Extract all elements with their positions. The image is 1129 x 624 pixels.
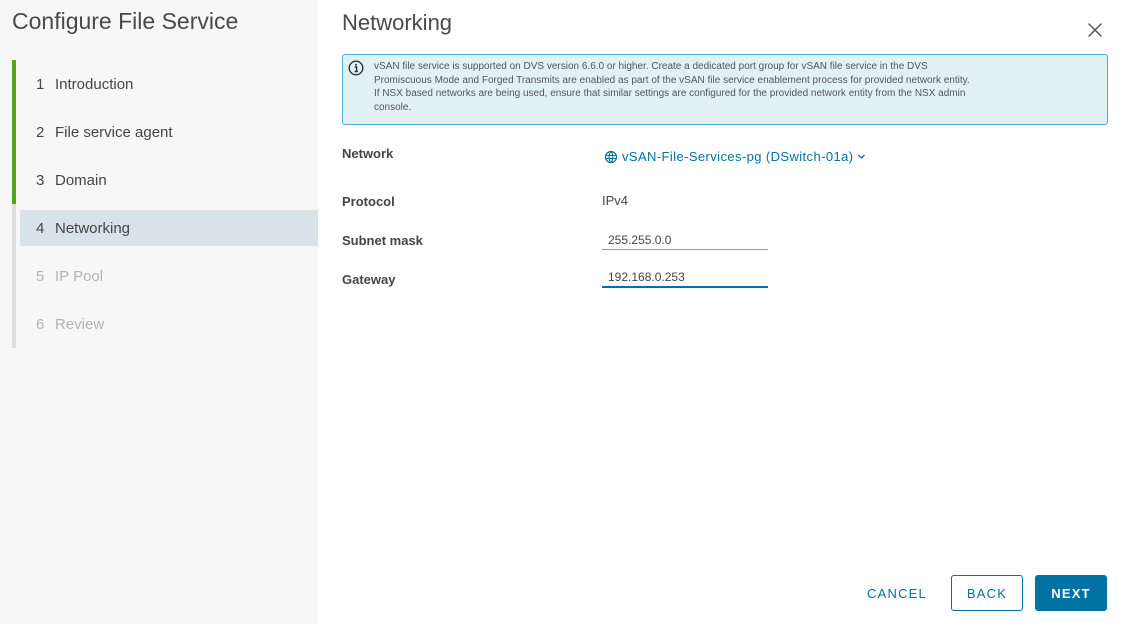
step-progress-bar (12, 252, 16, 300)
protocol-label: Protocol (342, 194, 395, 209)
step-number: 4 (36, 220, 45, 237)
protocol-value: IPv4 (602, 193, 629, 208)
step-introduction[interactable]: 1 Introduction (12, 60, 318, 108)
info-circle-icon (348, 60, 364, 76)
info-alert: vSAN file service is supported on DVS ve… (342, 54, 1108, 125)
step-label: File service agent (55, 124, 173, 141)
step-networking[interactable]: 4 Networking (12, 204, 318, 252)
step-label: Introduction (55, 76, 134, 93)
back-button[interactable]: BACK (951, 575, 1023, 611)
step-ip-pool: 5 IP Pool (12, 252, 318, 300)
alert-line: Promiscuous Mode and Forged Transmits ar… (374, 74, 970, 86)
step-label: Domain (55, 172, 107, 189)
step-number: 6 (36, 316, 45, 333)
step-number: 1 (36, 76, 45, 93)
network-icon (604, 150, 618, 163)
wizard-sidebar: Configure File Service 1 Introduction 2 … (0, 0, 318, 624)
close-button[interactable] (1083, 18, 1107, 42)
step-number: 2 (36, 124, 45, 141)
step-progress-bar (12, 156, 16, 204)
subnet-mask-label: Subnet mask (342, 233, 423, 248)
subnet-mask-input[interactable] (602, 230, 768, 250)
gateway-label: Gateway (342, 272, 396, 287)
wizard-steps: 1 Introduction 2 File service agent 3 Do… (12, 60, 318, 348)
step-progress-bar (12, 108, 16, 156)
cancel-button[interactable]: CANCEL (860, 575, 934, 611)
step-progress-bar (12, 204, 16, 252)
step-number: 5 (36, 268, 45, 285)
alert-line: vSAN file service is supported on DVS ve… (374, 61, 928, 72)
step-file-service-agent[interactable]: 2 File service agent (12, 108, 318, 156)
step-progress-bar (12, 300, 16, 348)
step-number: 3 (36, 172, 45, 189)
step-label: Networking (55, 220, 131, 237)
step-label: Review (55, 316, 105, 333)
network-value: vSAN-File-Services-pg (DSwitch-01a) (622, 149, 854, 164)
step-progress-bar (12, 60, 16, 108)
page-title: Networking (342, 10, 453, 35)
wizard-title: Configure File Service (12, 8, 239, 34)
step-label: IP Pool (55, 268, 104, 285)
gateway-input[interactable] (602, 268, 768, 288)
next-button[interactable]: NEXT (1035, 575, 1107, 611)
close-icon (1088, 23, 1102, 37)
step-review: 6 Review (12, 300, 318, 348)
alert-line: console. (374, 101, 412, 113)
step-domain[interactable]: 3 Domain (12, 156, 318, 204)
chevron-down-icon (858, 154, 866, 159)
network-label: Network (342, 146, 394, 161)
alert-text: vSAN file service is supported on DVS ve… (374, 60, 1104, 114)
alert-line: If NSX based networks are being used, en… (374, 88, 966, 99)
network-dropdown[interactable]: vSAN-File-Services-pg (DSwitch-01a) (604, 149, 866, 164)
